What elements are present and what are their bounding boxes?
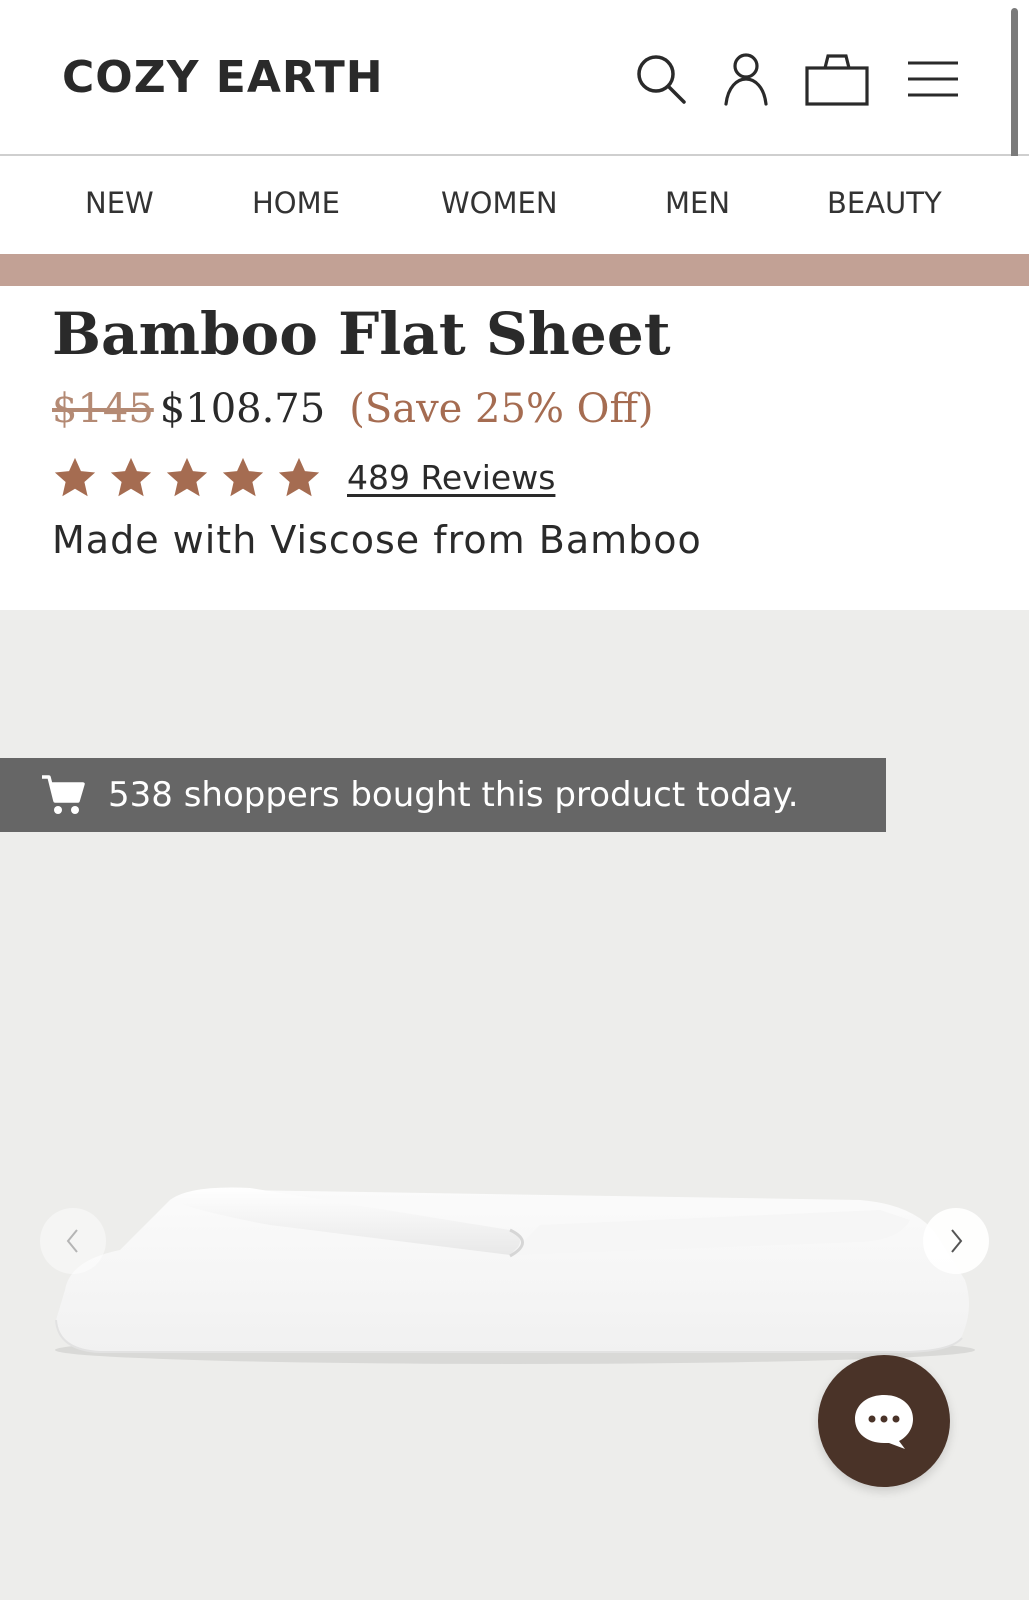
star-icon	[54, 457, 96, 497]
prev-image-button[interactable]	[40, 1208, 106, 1274]
product-title: Bamboo Flat Sheet	[52, 300, 671, 368]
promo-bar	[0, 254, 1029, 286]
star-icon	[222, 457, 264, 497]
product-gallery[interactable]: 538 shoppers bought this product today.	[0, 610, 1029, 1600]
original-price: $145	[52, 386, 154, 432]
savings-label: (Save 25% Off)	[349, 386, 654, 432]
account-icon[interactable]	[720, 50, 772, 108]
chat-bubble-icon	[855, 1395, 913, 1449]
sale-price: $108.75	[159, 386, 326, 432]
product-image	[55, 1187, 975, 1364]
nav-item-men[interactable]: MEN	[665, 186, 730, 220]
nav-item-women[interactable]: WOMEN	[441, 186, 558, 220]
product-subtitle: Made with Viscose from Bamboo	[52, 518, 702, 562]
chat-button[interactable]	[818, 1355, 950, 1487]
search-icon[interactable]	[632, 50, 690, 108]
reviews-link[interactable]: 489 Reviews	[347, 458, 555, 497]
nav-item-new[interactable]: NEW	[85, 186, 154, 220]
banner-text: 538 shoppers bought this product today.	[108, 775, 799, 815]
nav-item-beauty[interactable]: BEAUTY	[827, 186, 942, 220]
menu-icon[interactable]	[906, 50, 960, 108]
site-header: COZY EARTH	[0, 0, 1029, 156]
price-row: $145 $108.75 (Save 25% Off)	[52, 386, 654, 432]
rating-stars[interactable]	[52, 455, 322, 501]
chevron-right-icon	[951, 1229, 963, 1253]
category-nav: NEW HOME WOMEN MEN BEAUTY	[0, 156, 1029, 254]
social-proof-banner: 538 shoppers bought this product today.	[0, 758, 886, 832]
cart-icon[interactable]	[804, 50, 870, 108]
star-icon	[110, 457, 152, 497]
next-image-button[interactable]	[923, 1208, 989, 1274]
brand-logo[interactable]: COZY EARTH	[62, 52, 384, 103]
star-icon	[166, 457, 208, 497]
cart-icon	[42, 775, 85, 814]
star-icon	[278, 457, 320, 497]
chevron-left-icon	[66, 1229, 78, 1253]
nav-item-home[interactable]: HOME	[252, 186, 340, 220]
